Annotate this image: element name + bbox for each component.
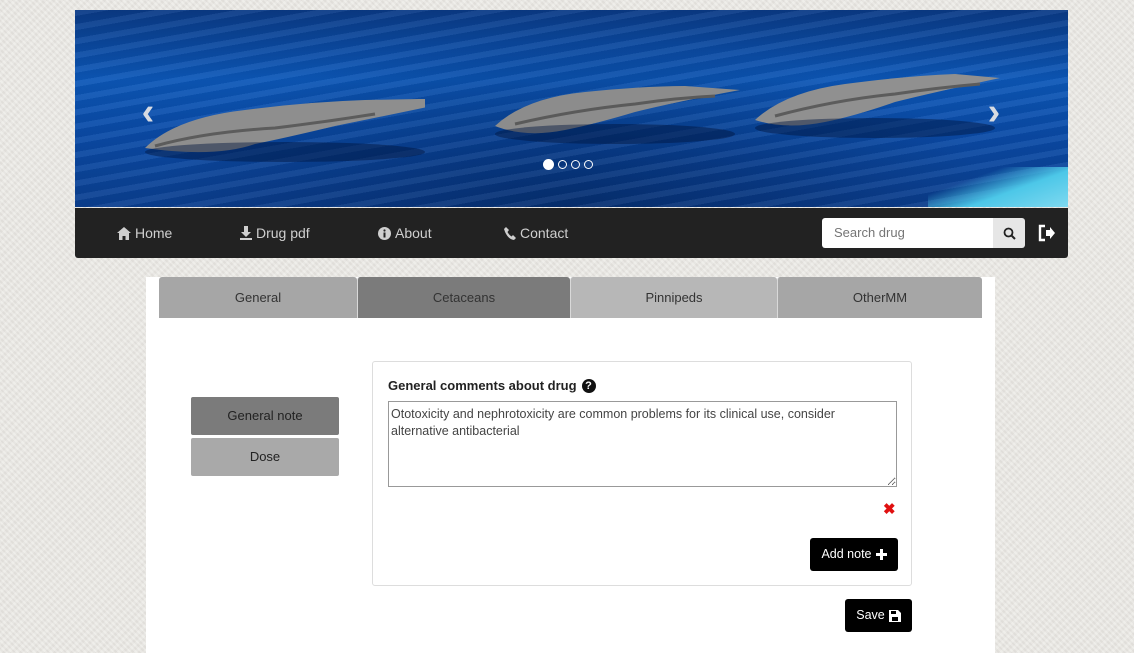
species-tabs: General Cetaceans Pinnipeds OtherMM — [159, 277, 982, 318]
general-note-card: General comments about drug ? Ototoxicit… — [372, 361, 912, 586]
carousel-indicator[interactable] — [558, 160, 567, 169]
phone-icon — [504, 226, 516, 240]
dolphin-image — [135, 88, 425, 168]
search-input[interactable] — [822, 218, 993, 248]
home-icon — [117, 226, 131, 240]
nav-contact[interactable]: Contact — [504, 208, 568, 258]
carousel-indicator[interactable] — [543, 159, 554, 170]
chevron-left-icon[interactable]: ‹ — [133, 92, 163, 132]
note-label: General comments about drug ? — [388, 378, 596, 393]
search-icon — [1003, 227, 1016, 240]
tab-pinnipeds[interactable]: Pinnipeds — [570, 277, 777, 318]
nav-about-label: About — [395, 225, 432, 241]
save-icon — [888, 609, 901, 622]
side-menu-dose[interactable]: Dose — [191, 438, 339, 476]
nav-about[interactable]: About — [378, 208, 432, 258]
nav-contact-label: Contact — [520, 225, 569, 241]
download-icon — [240, 226, 252, 240]
nav-drug-pdf-label: Drug pdf — [256, 225, 310, 241]
add-note-button[interactable]: Add note — [810, 538, 898, 571]
save-label: Save — [856, 608, 885, 622]
carousel-indicators — [543, 159, 593, 170]
drug-detail-panel: General Cetaceans Pinnipeds OtherMM Gene… — [146, 277, 995, 653]
nav-drug-pdf[interactable]: Drug pdf — [240, 208, 310, 258]
logout-icon — [1038, 224, 1055, 242]
note-textarea[interactable]: Ototoxicity and nephrotoxicity are commo… — [388, 401, 897, 487]
carousel-indicator[interactable] — [584, 160, 593, 169]
save-button[interactable]: Save — [845, 599, 912, 632]
tab-general[interactable]: General — [159, 277, 357, 318]
dolphin-image — [485, 76, 745, 156]
tab-cetaceans[interactable]: Cetaceans — [357, 277, 570, 318]
chevron-right-icon[interactable]: › — [979, 92, 1009, 132]
side-menu-general-note[interactable]: General note — [191, 397, 339, 435]
x-icon[interactable]: ✖ — [883, 500, 896, 518]
image-carousel[interactable]: ‹ › — [75, 10, 1068, 207]
nav-home-label: Home — [135, 225, 173, 241]
nav-home[interactable]: Home — [117, 208, 172, 258]
logout-button[interactable] — [1035, 221, 1059, 245]
tab-othermm[interactable]: OtherMM — [777, 277, 982, 318]
plus-icon — [875, 549, 887, 560]
add-note-label: Add note — [821, 547, 872, 561]
info-icon — [378, 226, 391, 240]
question-circle-icon[interactable]: ? — [581, 378, 596, 393]
search-button[interactable] — [993, 218, 1025, 248]
carousel-indicator[interactable] — [571, 160, 580, 169]
carousel-image-pool-edge — [928, 167, 1068, 207]
note-label-text: General comments about drug — [388, 378, 577, 393]
dolphin-image — [745, 70, 1005, 150]
navbar: Home Drug pdf About Contact — [75, 208, 1068, 258]
